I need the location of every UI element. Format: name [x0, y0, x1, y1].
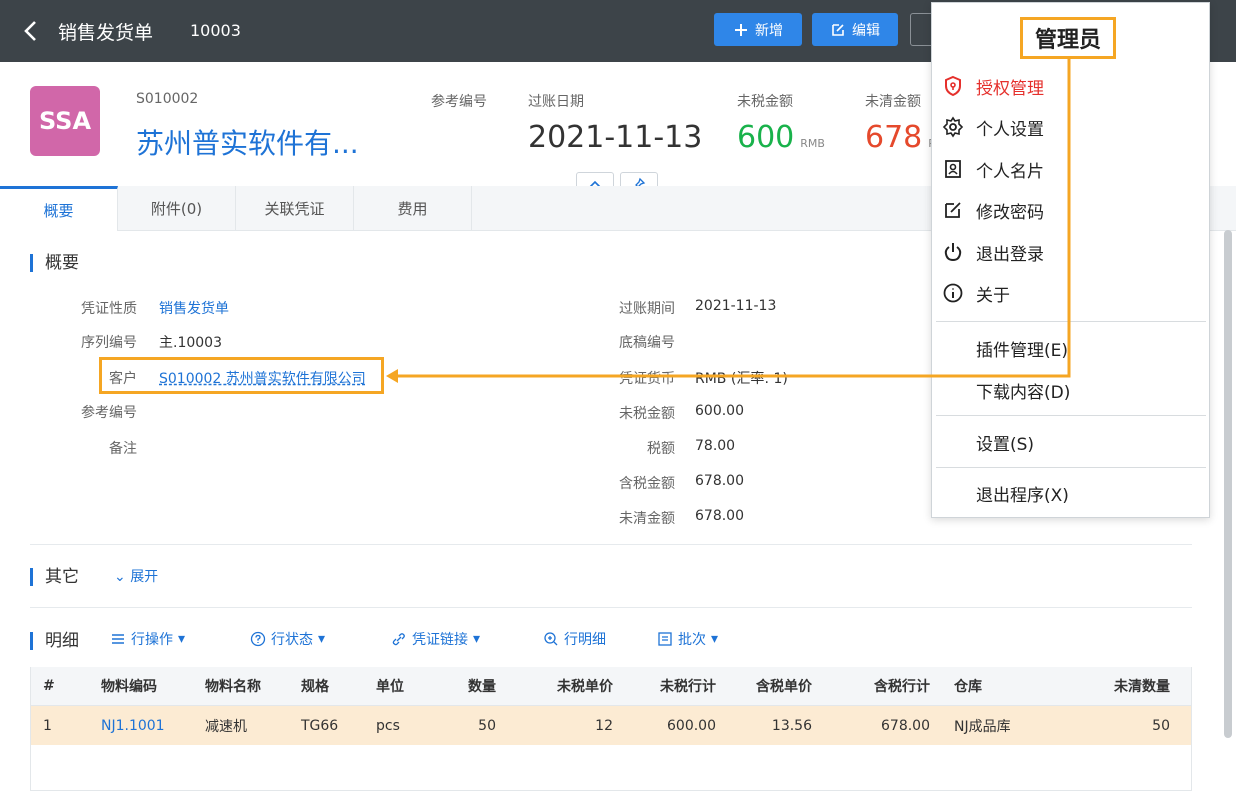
annotation-connector — [386, 57, 1071, 383]
